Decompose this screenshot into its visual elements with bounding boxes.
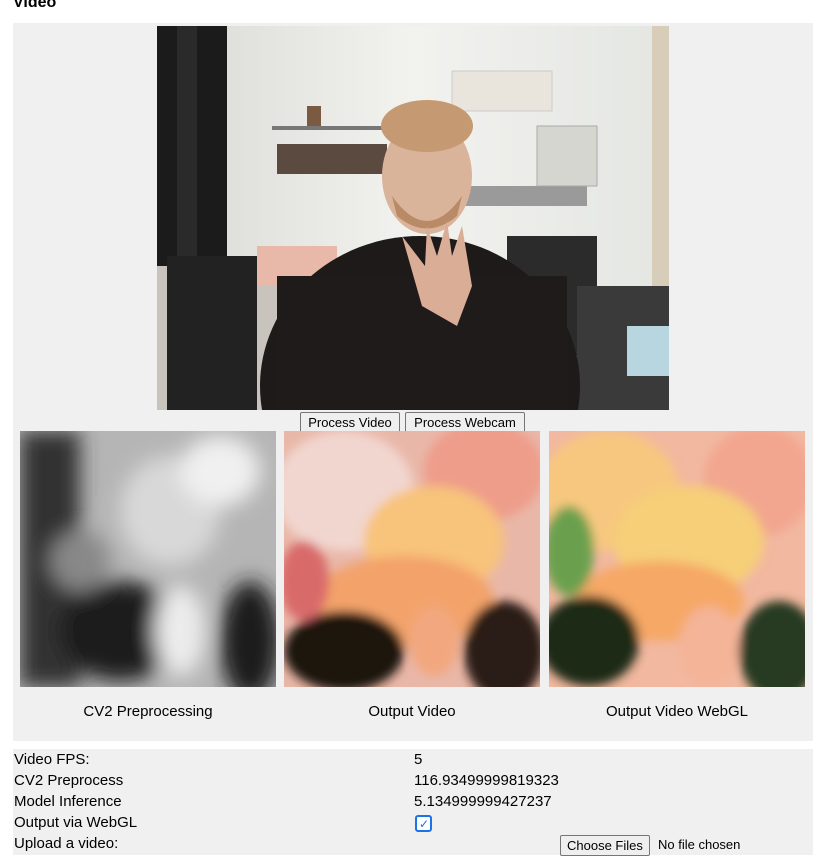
webcam-video[interactable] xyxy=(157,26,669,410)
output-video-canvas xyxy=(284,431,540,687)
process-webcam-button[interactable]: Process Webcam xyxy=(405,412,525,433)
output-webgl-canvas xyxy=(549,431,805,687)
stat-row-fps: Video FPS: 5 xyxy=(13,749,813,770)
stat-row-upload: Upload a video: Choose Files No file cho… xyxy=(13,833,813,856)
webgl-label: Output via WebGL xyxy=(14,814,138,831)
stats-table: Video FPS: 5 CV2 Preprocess 116.93499999… xyxy=(13,749,813,856)
fps-label: Video FPS: xyxy=(14,751,90,768)
caption-output-webgl: Output Video WebGL xyxy=(605,703,749,720)
inference-label: Model Inference xyxy=(14,793,122,810)
webgl-checkbox[interactable]: ✓ xyxy=(415,815,432,832)
webcam-image xyxy=(157,26,669,410)
stat-row-preprocess: CV2 Preprocess 116.93499999819323 xyxy=(13,770,813,791)
inference-value: 5.134999999427237 xyxy=(414,793,552,810)
video-panel: Process Video Process Webcam CV2 Preproc… xyxy=(13,23,813,741)
file-status: No file chosen xyxy=(658,837,741,852)
preprocess-label: CV2 Preprocess xyxy=(14,772,124,789)
process-video-button[interactable]: Process Video xyxy=(300,412,400,433)
preprocessing-canvas xyxy=(20,431,276,687)
caption-preprocessing: CV2 Preprocessing xyxy=(83,703,213,720)
choose-files-button[interactable]: Choose Files xyxy=(560,835,650,856)
section-title: Video xyxy=(13,0,57,11)
caption-output-video: Output Video xyxy=(368,703,456,720)
upload-label: Upload a video: xyxy=(14,835,119,852)
fps-value: 5 xyxy=(414,751,423,768)
stat-row-inference: Model Inference 5.134999999427237 xyxy=(13,791,813,812)
preprocess-value: 116.93499999819323 xyxy=(414,772,559,789)
stat-row-webgl: Output via WebGL ✓ xyxy=(13,812,813,833)
checkmark-icon: ✓ xyxy=(419,817,430,831)
